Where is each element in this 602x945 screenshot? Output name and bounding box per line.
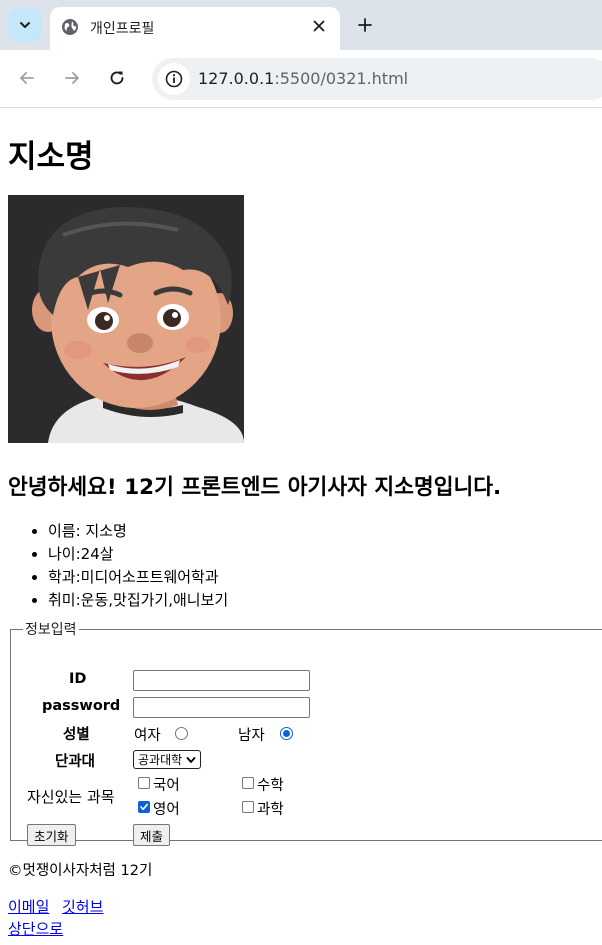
list-item: 나이:24살 (48, 543, 228, 566)
chevron-down-icon (20, 22, 30, 28)
arrow-right-icon (65, 72, 79, 84)
reload-icon (110, 71, 124, 85)
email-link[interactable]: 이메일 (8, 896, 49, 917)
subject-science-label: 과학 (257, 802, 284, 818)
college-select[interactable]: 공과대학 (133, 750, 202, 769)
chevron-down-icon (186, 756, 196, 763)
password-input[interactable] (133, 697, 310, 718)
gender-female-label: 여자 (134, 728, 161, 744)
list-item: 학과:미디어소프트웨어학과 (48, 566, 228, 589)
subject-korean-label: 국어 (153, 778, 180, 794)
subject-math-checkbox[interactable] (242, 777, 254, 789)
tab-title: 개인프로필 (90, 21, 155, 37)
url-text: 127.0.0.1:5500/0321.html (198, 69, 408, 88)
form-legend: 정보입력 (25, 622, 77, 638)
info-form: 정보입력 ID password 성별 여자 남자 단과대 공과대학 자신있는 … (10, 619, 602, 846)
new-tab-button[interactable] (355, 15, 375, 35)
back-button[interactable] (16, 67, 38, 89)
site-info-button[interactable] (158, 63, 190, 95)
avatar-illustration (8, 195, 244, 443)
plus-icon (358, 18, 372, 32)
id-label: ID (69, 671, 87, 687)
id-input[interactable] (133, 670, 310, 691)
subject-english-label: 영어 (153, 802, 180, 818)
github-link[interactable]: 깃허브 (62, 896, 103, 917)
browser-tab-strip: 개인프로필 (0, 0, 602, 50)
gender-male-label: 남자 (238, 728, 265, 744)
greeting-heading: 안녕하세요! 12기 프론트엔드 아기사자 지소명입니다. (8, 475, 502, 500)
submit-button[interactable]: 제출 (133, 824, 171, 846)
tab-close-button[interactable] (310, 17, 328, 35)
address-bar[interactable]: 127.0.0.1:5500/0321.html (152, 58, 602, 100)
reload-button[interactable] (106, 67, 128, 89)
reset-button[interactable]: 초기화 (27, 824, 76, 846)
back-to-top-link[interactable]: 상단으로 (8, 918, 63, 939)
url-host: 127.0.0.1 (198, 69, 275, 88)
info-icon (165, 70, 183, 88)
globe-icon (62, 19, 78, 35)
subject-science-checkbox[interactable] (242, 801, 254, 813)
browser-tab[interactable]: 개인프로필 (50, 7, 340, 50)
subject-korean-checkbox[interactable] (138, 777, 150, 789)
tab-search-button[interactable] (8, 8, 42, 42)
college-select-value: 공과대학 (138, 753, 183, 767)
list-item: 취미:운동,맛집가기,애니보기 (48, 589, 228, 612)
checkmark-icon (140, 803, 148, 811)
copyright-text: ©멋쟁이사자처럼 12기 (8, 863, 153, 879)
browser-toolbar: 127.0.0.1:5500/0321.html (0, 50, 602, 108)
forward-button[interactable] (61, 67, 83, 89)
arrow-left-icon (20, 72, 34, 84)
subject-math-label: 수학 (257, 778, 284, 794)
password-label: password (42, 698, 121, 714)
close-icon (313, 20, 325, 32)
profile-avatar-image (8, 195, 244, 443)
url-path: :5500/0321.html (274, 69, 409, 88)
subjects-label: 자신있는 과목 (27, 788, 115, 806)
gender-male-radio[interactable] (280, 727, 293, 740)
gender-label: 성별 (63, 727, 90, 743)
college-label: 단과대 (55, 754, 96, 770)
gender-female-radio[interactable] (175, 727, 188, 740)
subject-english-checkbox[interactable] (138, 801, 150, 813)
page-title: 지소명 (8, 139, 94, 175)
list-item: 이름: 지소명 (48, 520, 228, 543)
profile-info-list: 이름: 지소명 나이:24살 학과:미디어소프트웨어학과 취미:운동,맛집가기,… (8, 520, 228, 612)
